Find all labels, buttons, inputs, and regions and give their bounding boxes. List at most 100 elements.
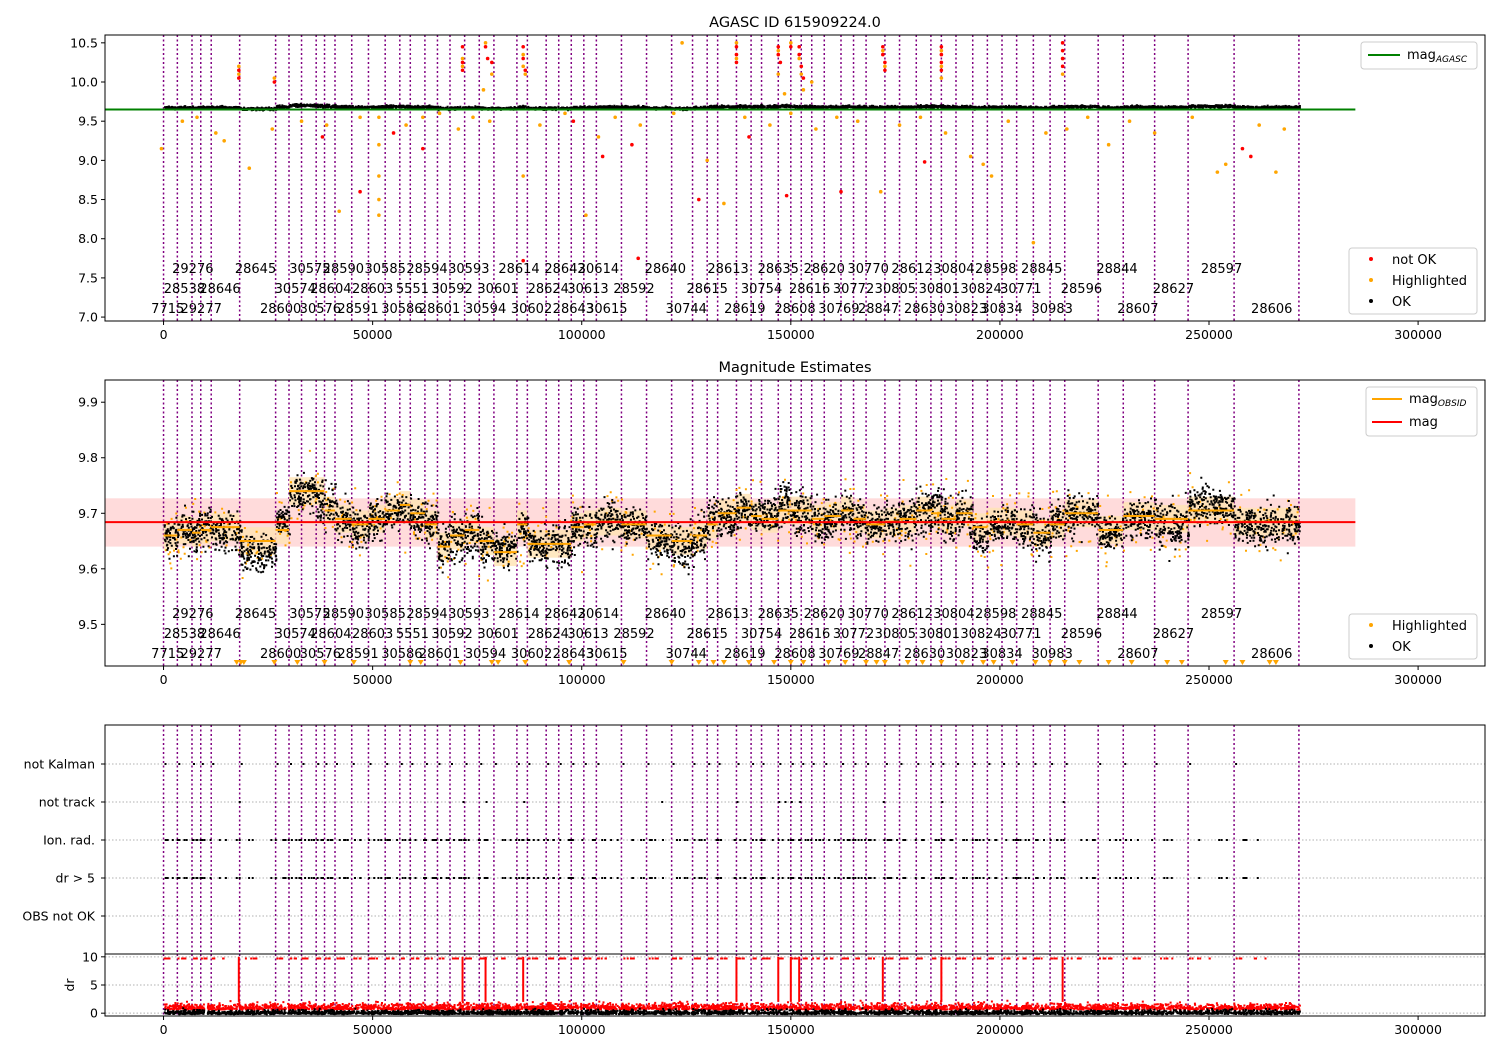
top-not-ok-point [460,68,465,73]
top-legend-upper: magAGASC [1360,41,1478,70]
middle-panel-obsid-label: 28596 [1061,627,1102,642]
dr-panel-xtick-label: 250000 [1185,1022,1233,1037]
middle-panel-obsid-label: 28604 [310,627,351,642]
middle-panel-obsid-label: 30744 [666,647,707,662]
middle-panel-obsid-label: 28590 [323,607,364,622]
top-panel-obsid-label: 30592 [431,282,472,297]
top-panel-obsid-label: 30744 [666,302,707,317]
top-not-ok-point [776,52,781,57]
legend-marker-highlighted [1369,278,1373,282]
middle-panel-obsid-label: 30586 [381,647,422,662]
middle-panel-ytick-label: 9.9 [78,395,98,410]
legend-label-highlighted-mid: Highlighted [1392,619,1467,634]
top-highlighted-point [878,189,883,194]
top-highlighted-point [421,115,425,120]
middle-panel-ytick-label: 9.6 [78,561,98,576]
top-not-ok-point [460,44,465,49]
middle-panel-obsid-label: 30576 [300,647,341,662]
top-highlighted-point [1152,131,1157,135]
top-panel-obsid-label: 30983 [1032,302,1073,317]
dr-panel-ytick-label: 5 [90,978,98,993]
top-highlighted-point [483,41,488,45]
top-highlighted-point [671,111,676,116]
top-not-ok-point [797,44,801,49]
top-not-ok-point [630,142,634,147]
top-not-ok-point [697,197,701,202]
top-panel-obsid-label: 28627 [1153,282,1194,297]
middle-panel-obsid-label: 28608 [774,647,815,662]
dr-panel-xtick-label: 50000 [353,1022,393,1037]
middle-panel-obsid-label: 28600 [260,647,301,662]
middle-panel-xtick-label: 100000 [558,672,606,687]
top-highlighted-point [1257,123,1261,127]
top-panel-obsid-label: 7715 [151,302,184,317]
top-highlighted-point [1190,115,1195,120]
top-panel-obsid-label: 30601 [477,282,518,297]
top-not-ok-point [1249,154,1253,159]
top-not-ok-point [237,68,241,73]
top-panel-obsid-label: 28591 [337,302,378,317]
middle-panel-obsid-label: 28616 [789,627,830,642]
middle-legend-upper: magOBSID mag [1365,386,1478,437]
middle-panel-obsid-label: 28597 [1201,607,1242,622]
top-panel-xtick-label: 0 [160,327,168,342]
top-highlighted-point [1085,115,1090,120]
top-highlighted-point [358,115,362,120]
top-panel-ytick-label: 10.0 [70,75,98,90]
middle-panel-obsid-label: 30771 [1000,627,1041,642]
middle-panel-obsid-label: 28847 [858,647,899,662]
top-highlighted-point [1127,119,1132,123]
middle-panel-obsid-label: 30801 [919,627,960,642]
top-highlighted-point [734,41,739,45]
top-panel-xtick-label: 200000 [976,327,1024,342]
middle-panel-xtick-label: 200000 [976,672,1024,687]
top-highlighted-point [214,131,218,135]
top-not-ok-point [600,154,605,159]
top-highlighted-point [195,115,199,120]
top-highlighted-point [247,166,252,171]
top-not-ok-point [776,44,781,49]
middle-panel-obsid-label: 28640 [645,607,686,622]
top-panel-ytick-label: 10.5 [70,35,98,50]
top-not-ok-point [839,189,843,194]
top-panel-obsid-label: 28620 [804,262,845,277]
middle-panel-obsid-label: 28619 [724,647,765,662]
top-legend-lower: not OK Highlighted OK [1348,247,1478,315]
dr-panel-ytick-label: 10 [82,949,98,964]
middle-panel-obsid-label: 28630 [904,647,945,662]
top-panel-obsid-label: 28597 [1201,262,1242,277]
top-not-ok-point [460,60,465,65]
middle-panel-obsid-label: 28614 [498,607,539,622]
top-not-ok-point [799,64,804,69]
top-not-ok-point [523,68,528,73]
top-highlighted-point [897,123,902,127]
middle-panel-obsid-label: 5551 [396,627,429,642]
top-not-ok-point [784,193,789,198]
dr-panel-xtick-label: 100000 [558,1022,606,1037]
top-highlighted-point [705,158,709,163]
top-not-ok-point [881,44,885,49]
top-panel-obsid-label: 28603 [352,282,393,297]
top-highlighted-point [270,127,275,131]
top-highlighted-point [523,72,528,76]
top-panel-ytick-label: 7.5 [78,270,98,285]
dr-ylabel: dr [62,978,77,992]
top-highlighted-point [768,123,772,127]
top-panel-obsid-label: 5551 [396,282,429,297]
top-highlighted-point [481,88,486,92]
middle-panel-obsid-label: 29276 [172,607,213,622]
middle-panel-xtick-label: 150000 [767,672,815,687]
top-panel-obsid-label: 28607 [1117,302,1158,317]
flags-row-label: OBS not OK [22,909,95,924]
top-panel-obsid-label: 28596 [1061,282,1102,297]
middle-panel-obsid-label: 28592 [613,627,654,642]
top-highlighted-point [377,197,381,202]
top-not-ok-point [521,44,525,49]
legend-marker-ok-mid [1369,644,1373,648]
top-highlighted-point [471,115,475,120]
top-not-ok-point [1060,48,1065,53]
top-not-ok-point [939,68,944,73]
middle-panel-obsid-label: 30983 [1032,647,1073,662]
legend-marker-highlighted-mid [1369,623,1373,627]
middle-panel-xtick-label: 50000 [353,672,393,687]
